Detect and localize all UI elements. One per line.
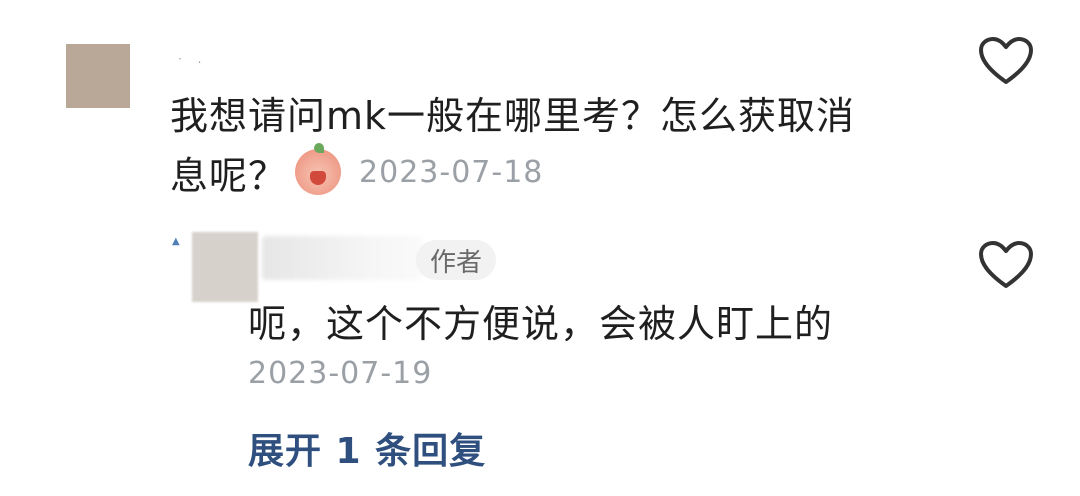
expand-replies-button[interactable]: 展开 1 条回复 — [248, 426, 486, 478]
like-heart-icon[interactable] — [978, 36, 1034, 86]
reply-date: 2023-07-19 — [248, 356, 433, 391]
comment-text-line1: 我想请问mk一般在哪里考？怎么获取消 — [170, 94, 856, 138]
crying-peach-sticker-icon — [295, 143, 342, 195]
comment-date: 2023-07-18 — [359, 154, 544, 190]
reply-avatar[interactable] — [192, 232, 258, 302]
reply-username-mark: ▲ — [172, 236, 180, 247]
comment-text-line2-row: 息呢？ 2023-07-18 — [170, 143, 544, 200]
commenter-username[interactable]: · . — [178, 52, 207, 66]
author-badge: 作者 — [416, 240, 497, 280]
reply-like-heart-icon[interactable] — [978, 240, 1034, 290]
reply-text: 呃，这个不方便说，会被人盯上的 — [248, 302, 834, 346]
reply-username-blurred[interactable] — [262, 236, 422, 280]
commenter-avatar[interactable] — [66, 44, 130, 108]
comment-text-line2: 息呢？ — [170, 153, 288, 198]
